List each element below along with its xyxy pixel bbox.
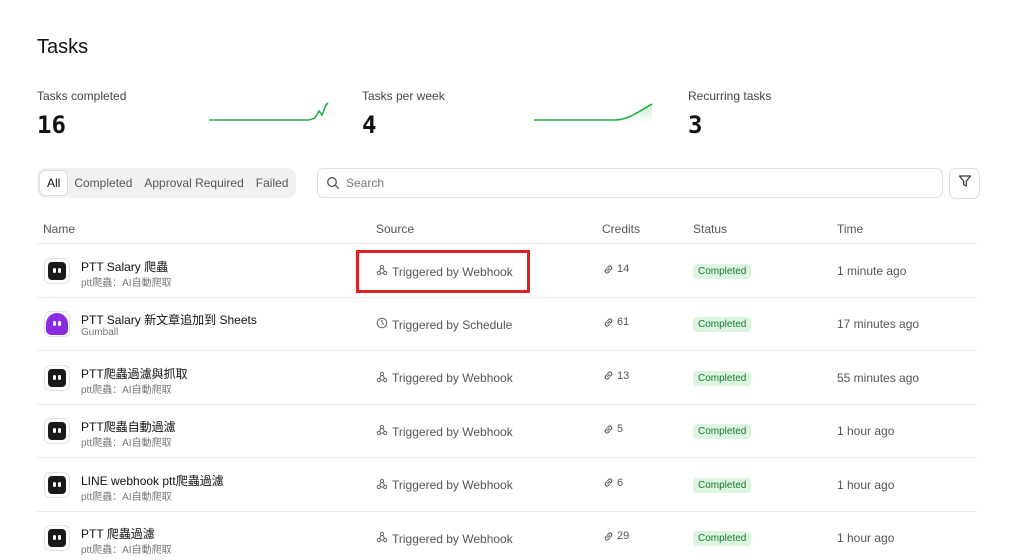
status-badge: Completed [693, 370, 752, 386]
stat-tasks-completed: Tasks completed 16 [37, 89, 337, 149]
robot-icon [48, 529, 66, 547]
task-source: Triggered by Schedule [376, 317, 512, 332]
search-box[interactable] [317, 168, 943, 198]
status-badge: Completed [693, 317, 752, 333]
tab-failed[interactable]: Failed [250, 170, 295, 196]
link-icon [604, 425, 613, 434]
task-avatar [44, 311, 70, 338]
task-avatar [44, 258, 70, 284]
link-icon [604, 371, 613, 380]
task-avatar [44, 525, 70, 551]
link-icon [604, 318, 613, 327]
stat-label: Recurring tasks [688, 89, 772, 103]
task-credits: 5 [603, 423, 623, 435]
task-source: Triggered by Webhook [376, 478, 513, 493]
task-name: PTT爬蟲過濾與抓取 [81, 366, 188, 381]
task-source-label: Triggered by Webhook [392, 424, 513, 439]
task-name: PTT 爬蟲過濾 [81, 527, 155, 541]
task-credits-value: 6 [617, 476, 624, 489]
task-time: 1 minute ago [837, 264, 907, 278]
stat-tasks-per-week: Tasks per week 4 [362, 89, 662, 149]
table-row[interactable]: LINE webhook ptt爬蟲過濾 ptt爬蟲：AI自動爬取 Trigge… [37, 459, 977, 512]
task-credits: 6 [603, 477, 623, 489]
task-source-label: Triggered by Webhook [392, 478, 513, 493]
task-name: PTT Salary 新文章追加到 Sheets [81, 313, 257, 328]
task-source: Triggered by Webhook [376, 424, 513, 439]
task-credits: 29 [603, 530, 629, 542]
task-credits: 61 [603, 316, 629, 328]
robot-icon [48, 422, 66, 441]
task-name: LINE webhook ptt爬蟲過濾 [81, 473, 224, 488]
column-header-credits: Credits [602, 222, 641, 236]
column-header-name: Name [43, 222, 76, 236]
link-icon [604, 478, 613, 487]
task-time: 55 minutes ago [837, 370, 920, 385]
search-input[interactable] [346, 176, 906, 190]
task-credits-value: 14 [617, 263, 630, 275]
tab-all[interactable]: All [39, 170, 69, 196]
ghost-icon [46, 313, 68, 336]
task-name: PTT爬蟲自動過濾 [81, 420, 176, 435]
task-credits-value: 13 [617, 369, 630, 382]
robot-icon [48, 368, 66, 387]
stat-value: 3 [688, 111, 703, 139]
task-subtitle: ptt爬蟲：AI自動爬取 [81, 384, 172, 396]
robot-icon [48, 262, 66, 280]
filter-tabs: All Completed Approval Required Failed [37, 168, 297, 198]
table-row[interactable]: PTT 爬蟲過濾 ptt爬蟲：AI自動爬取 Triggered by Webho… [37, 512, 977, 560]
status-badge: Completed [693, 264, 752, 279]
task-credits: 13 [603, 370, 629, 382]
status-badge: Completed [693, 531, 752, 546]
status-badge: Completed [693, 477, 752, 493]
task-subtitle: ptt爬蟲：AI自動爬取 [81, 545, 172, 556]
highlight-box [356, 250, 530, 293]
task-source-label: Triggered by Schedule [392, 317, 513, 332]
task-time: 1 hour ago [837, 477, 895, 492]
table-row[interactable]: PTT爬蟲自動過濾 ptt爬蟲：AI自動爬取 Triggered by Webh… [37, 405, 977, 459]
task-time: 17 minutes ago [837, 317, 920, 332]
table-row[interactable]: PTT Salary 新文章追加到 Sheets Gumball Trigger… [37, 298, 977, 352]
table-row[interactable]: PTT爬蟲過濾與抓取 ptt爬蟲：AI自動爬取 Triggered by Web… [37, 352, 977, 405]
webhook-icon [376, 531, 388, 543]
task-name: PTT Salary 爬蟲 [81, 260, 169, 274]
task-source-label: Triggered by Webhook [392, 371, 513, 386]
task-credits-value: 61 [617, 316, 630, 329]
robot-icon [48, 475, 66, 494]
status-badge: Completed [693, 424, 752, 440]
webhook-icon [376, 371, 388, 382]
task-subtitle: ptt爬蟲：AI自動爬取 [81, 491, 172, 503]
webhook-icon [376, 478, 388, 489]
sparkline-tasks-completed [209, 102, 329, 121]
task-credits-value: 5 [617, 423, 624, 436]
page-title: Tasks [37, 36, 89, 58]
link-icon [604, 532, 613, 540]
tab-approval-required[interactable]: Approval Required [138, 170, 249, 196]
task-subtitle: ptt爬蟲：AI自動爬取 [81, 278, 172, 289]
link-icon [604, 265, 613, 273]
task-credits-value: 29 [617, 530, 630, 542]
filter-button[interactable] [949, 168, 980, 199]
column-header-source: Source [376, 222, 415, 236]
task-time: 1 hour ago [837, 424, 895, 439]
webhook-icon [376, 425, 388, 436]
column-header-time: Time [837, 222, 864, 236]
task-avatar [44, 418, 70, 445]
filter-icon [958, 174, 972, 193]
task-avatar [44, 471, 70, 498]
search-icon [326, 176, 340, 190]
column-header-status: Status [693, 222, 728, 236]
sparkline-tasks-per-week [534, 103, 653, 123]
task-source-label: Triggered by Webhook [392, 531, 513, 546]
task-avatar [44, 364, 70, 391]
table-header: Name Source Credits Status Time [37, 218, 977, 244]
task-time: 1 hour ago [837, 531, 895, 545]
task-source: Triggered by Webhook [376, 531, 513, 546]
task-subtitle: ptt爬蟲：AI自動爬取 [81, 438, 172, 450]
task-subtitle: Gumball [81, 327, 119, 339]
task-credits: 14 [603, 263, 629, 275]
stat-recurring-tasks: Recurring tasks 3 [688, 89, 988, 149]
tab-completed[interactable]: Completed [68, 170, 138, 196]
task-source: Triggered by Webhook [376, 371, 513, 386]
clock-icon [376, 318, 388, 329]
